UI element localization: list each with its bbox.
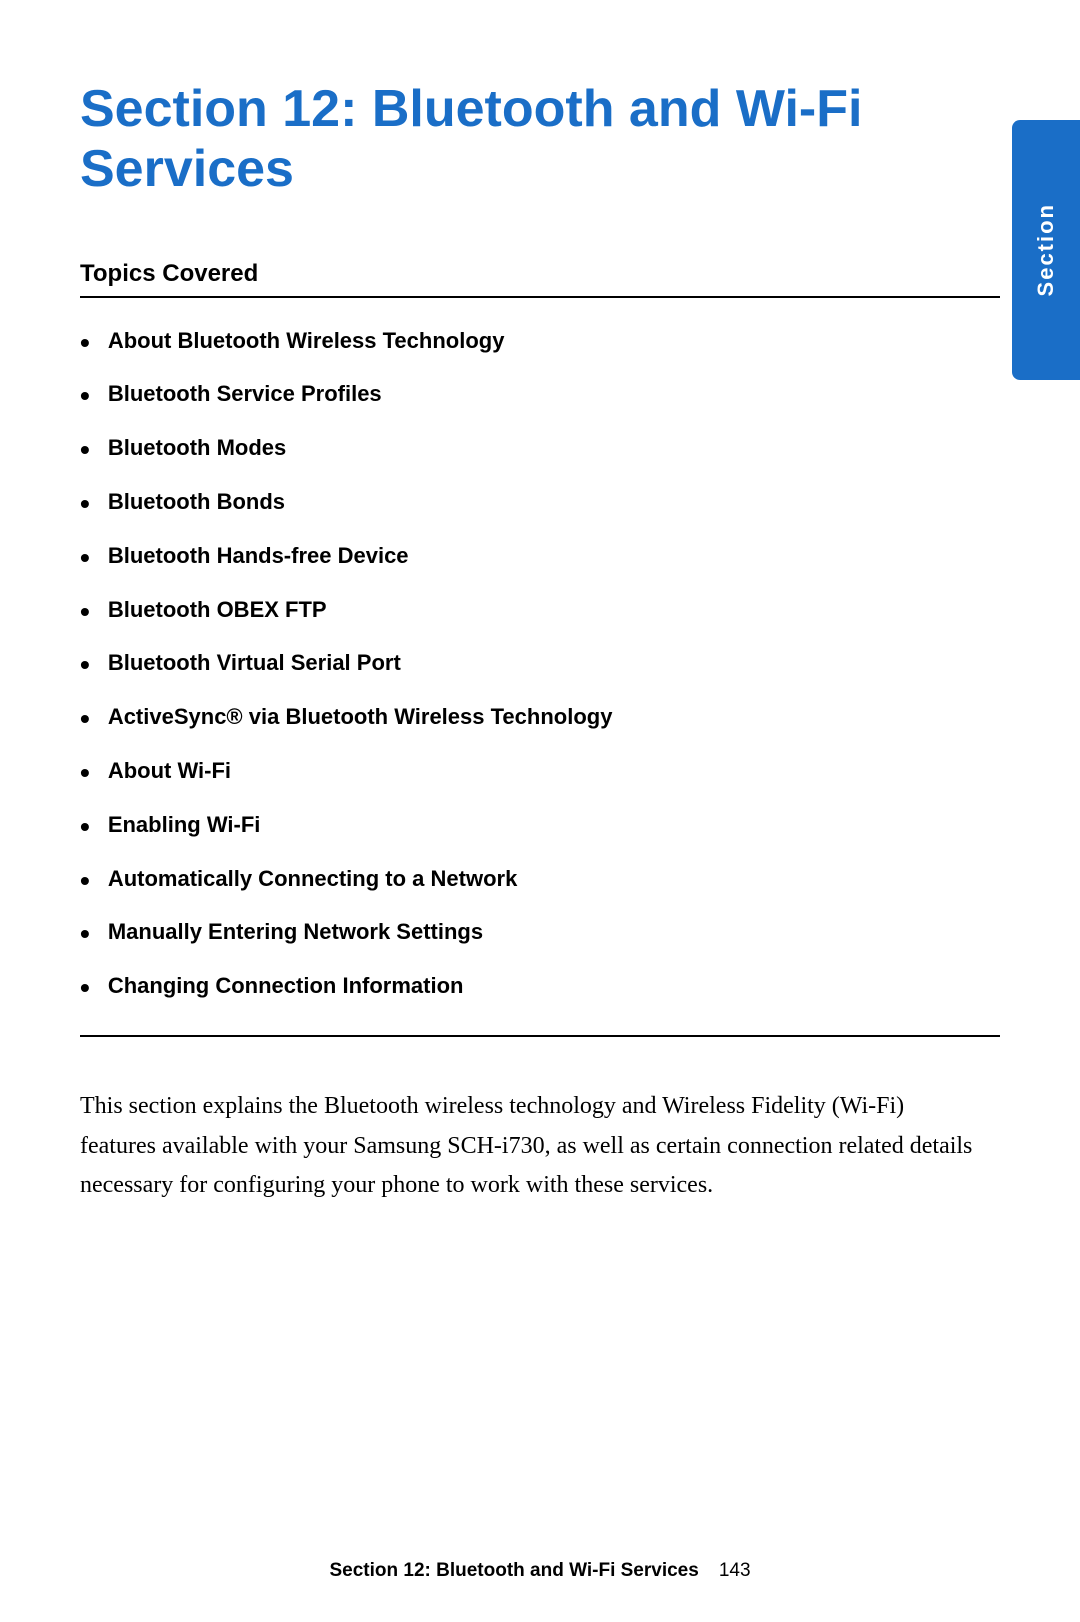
topic-item-2: Bluetooth Service Profiles [108, 379, 382, 409]
topics-divider-top [80, 296, 1000, 298]
list-item: • Bluetooth Virtual Serial Port [80, 648, 1000, 684]
topic-item-4: Bluetooth Bonds [108, 487, 285, 517]
topic-item-9: About Wi-Fi [108, 756, 231, 786]
bullet-icon: • [80, 539, 90, 577]
footer-label: Section 12: Bluetooth and Wi-Fi Services [329, 1560, 698, 1582]
bullet-icon: • [80, 700, 90, 738]
list-item: • Bluetooth Hands-free Device [80, 541, 1000, 577]
bullet-icon: • [80, 324, 90, 362]
page-container: Section Section 12: Bluetooth and Wi-Fi … [0, 0, 1080, 1622]
topic-item-1: About Bluetooth Wireless Technology [108, 326, 505, 356]
section-tab: Section [1012, 120, 1080, 380]
list-item: • Changing Connection Information [80, 971, 1000, 1007]
page-title: Section 12: Bluetooth and Wi-Fi Services [80, 80, 1000, 200]
list-item: • Bluetooth Service Profiles [80, 379, 1000, 415]
bullet-icon: • [80, 808, 90, 846]
body-text: This section explains the Bluetooth wire… [80, 1087, 1000, 1206]
topic-item-10: Enabling Wi-Fi [108, 810, 261, 840]
footer-page-number: 143 [719, 1560, 751, 1582]
topics-list: • About Bluetooth Wireless Technology • … [80, 326, 1000, 1007]
list-item: • Bluetooth Modes [80, 433, 1000, 469]
page-footer: Section 12: Bluetooth and Wi-Fi Services… [0, 1560, 1080, 1582]
bullet-icon: • [80, 862, 90, 900]
list-item: • Bluetooth OBEX FTP [80, 595, 1000, 631]
bullet-icon: • [80, 377, 90, 415]
list-item: • About Bluetooth Wireless Technology [80, 326, 1000, 362]
list-item: • Bluetooth Bonds [80, 487, 1000, 523]
list-item: • Enabling Wi-Fi [80, 810, 1000, 846]
topic-item-7: Bluetooth Virtual Serial Port [108, 648, 401, 678]
topic-item-12: Manually Entering Network Settings [108, 917, 483, 947]
list-item: • Automatically Connecting to a Network [80, 864, 1000, 900]
topics-section: Topics Covered • About Bluetooth Wireles… [80, 260, 1000, 1037]
topics-header: Topics Covered [80, 260, 1000, 288]
bullet-icon: • [80, 754, 90, 792]
topic-item-6: Bluetooth OBEX FTP [108, 595, 327, 625]
bullet-icon: • [80, 485, 90, 523]
topic-item-5: Bluetooth Hands-free Device [108, 541, 409, 571]
bullet-icon: • [80, 646, 90, 684]
topics-divider-bottom [80, 1035, 1000, 1037]
bullet-icon: • [80, 915, 90, 953]
bullet-icon: • [80, 969, 90, 1007]
list-item: • About Wi-Fi [80, 756, 1000, 792]
bullet-icon: • [80, 431, 90, 469]
topic-item-8: ActiveSync® via Bluetooth Wireless Techn… [108, 702, 613, 732]
topic-item-11: Automatically Connecting to a Network [108, 864, 518, 894]
bullet-icon: • [80, 593, 90, 631]
topic-item-13: Changing Connection Information [108, 971, 464, 1001]
topic-item-3: Bluetooth Modes [108, 433, 286, 463]
list-item: • ActiveSync® via Bluetooth Wireless Tec… [80, 702, 1000, 738]
section-tab-text: Section [1033, 203, 1059, 296]
list-item: • Manually Entering Network Settings [80, 917, 1000, 953]
